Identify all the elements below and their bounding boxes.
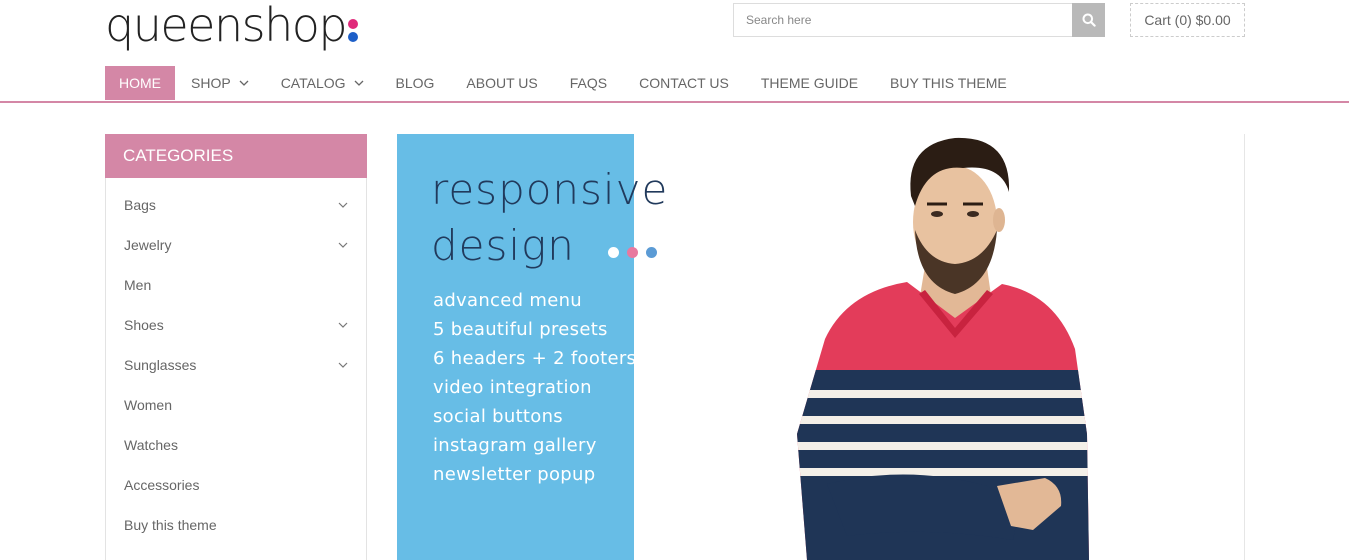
- slide-title-line-1: responsive: [431, 165, 669, 214]
- category-item-jewelry[interactable]: Jewelry: [106, 225, 366, 265]
- slider-dot-3[interactable]: [646, 247, 657, 258]
- category-item-buy-this-theme[interactable]: Buy this theme: [106, 505, 366, 545]
- search-bar: [733, 3, 1105, 37]
- nav-item-label: BUY THIS THEME: [890, 75, 1007, 91]
- logo-text: queenshop: [105, 0, 348, 52]
- nav-item-faqs[interactable]: FAQS: [554, 66, 623, 100]
- category-label: Watches: [124, 437, 178, 453]
- category-label: Accessories: [124, 477, 200, 493]
- chevron-down-icon: [354, 80, 364, 86]
- logo-dots: [348, 19, 359, 42]
- search-icon: [1082, 13, 1096, 27]
- categories-title: CATEGORIES: [105, 134, 367, 178]
- category-label: Jewelry: [124, 237, 172, 253]
- cart-label: Cart (0) $0.00: [1144, 12, 1231, 28]
- nav-divider: [0, 101, 1349, 103]
- slide-feature: newsletter popup: [433, 464, 596, 485]
- slide-title-line-2: design: [431, 221, 575, 270]
- slider-dots: [608, 247, 657, 258]
- slide-feature: video integration: [433, 377, 592, 398]
- nav-item-blog[interactable]: BLOG: [380, 66, 451, 100]
- nav-item-catalog[interactable]: CATALOG: [265, 66, 380, 100]
- category-item-bags[interactable]: Bags: [106, 185, 366, 225]
- chevron-down-icon[interactable]: [338, 362, 348, 368]
- category-item-accessories[interactable]: Accessories: [106, 465, 366, 505]
- slider-dot-2[interactable]: [627, 247, 638, 258]
- category-item-men[interactable]: Men: [106, 265, 366, 305]
- hero-slider[interactable]: responsive design advanced menu 5 beauti…: [397, 134, 1245, 560]
- category-item-shoes[interactable]: Shoes: [106, 305, 366, 345]
- chevron-down-icon[interactable]: [338, 202, 348, 208]
- nav-item-label: FAQS: [569, 75, 608, 91]
- nav-item-label: CONTACT US: [639, 75, 729, 91]
- nav-item-label: HOME: [119, 75, 161, 91]
- chevron-down-icon: [239, 80, 249, 86]
- nav-item-label: CATALOG: [280, 75, 346, 91]
- nav-item-home[interactable]: HOME: [105, 66, 175, 100]
- site-logo[interactable]: queenshop: [105, 0, 359, 52]
- slide-feature: 5 beautiful presets: [433, 319, 608, 340]
- nav-item-label: BLOG: [395, 75, 435, 91]
- category-label: Bags: [124, 197, 156, 213]
- slide-feature: 6 headers + 2 footers: [433, 348, 637, 369]
- categories-panel: CATEGORIES Bags Jewelry Men Shoes Sungla…: [105, 134, 367, 560]
- nav-item-contact-us[interactable]: CONTACT US: [623, 66, 745, 100]
- nav-item-label: ABOUT US: [466, 75, 538, 91]
- nav-item-buy-this-theme[interactable]: BUY THIS THEME: [874, 66, 1023, 100]
- search-button[interactable]: [1072, 3, 1105, 37]
- chevron-down-icon[interactable]: [338, 242, 348, 248]
- nav-item-theme-guide[interactable]: THEME GUIDE: [745, 66, 874, 100]
- cart-button[interactable]: Cart (0) $0.00: [1130, 3, 1245, 37]
- categories-list: Bags Jewelry Men Shoes Sunglasses Women …: [106, 178, 366, 545]
- model-photo: [797, 137, 1089, 560]
- nav-item-shop[interactable]: SHOP: [175, 66, 265, 100]
- slider-dot-1[interactable]: [608, 247, 619, 258]
- slide-feature: advanced menu: [433, 290, 582, 311]
- slide-feature-list: advanced menu 5 beautiful presets 6 head…: [433, 286, 636, 489]
- logo-dot-pink: [348, 19, 359, 29]
- category-label: Buy this theme: [124, 517, 217, 533]
- category-item-women[interactable]: Women: [106, 385, 366, 425]
- category-label: Sunglasses: [124, 357, 197, 373]
- search-input[interactable]: [733, 3, 1072, 37]
- nav-item-label: THEME GUIDE: [760, 75, 859, 91]
- category-label: Men: [124, 277, 152, 293]
- nav-item-about-us[interactable]: ABOUT US: [450, 66, 553, 100]
- chevron-down-icon[interactable]: [338, 322, 348, 328]
- logo-dot-blue: [348, 32, 359, 42]
- main-nav: HOME SHOP CATALOG BLOG ABOUT US FAQS CON…: [105, 66, 1023, 100]
- category-item-sunglasses[interactable]: Sunglasses: [106, 345, 366, 385]
- category-item-watches[interactable]: Watches: [106, 425, 366, 465]
- nav-item-label: SHOP: [191, 75, 231, 91]
- slide-feature: instagram gallery: [433, 435, 597, 456]
- category-label: Women: [124, 397, 172, 413]
- slide-feature: social buttons: [433, 406, 563, 427]
- category-label: Shoes: [124, 317, 164, 333]
